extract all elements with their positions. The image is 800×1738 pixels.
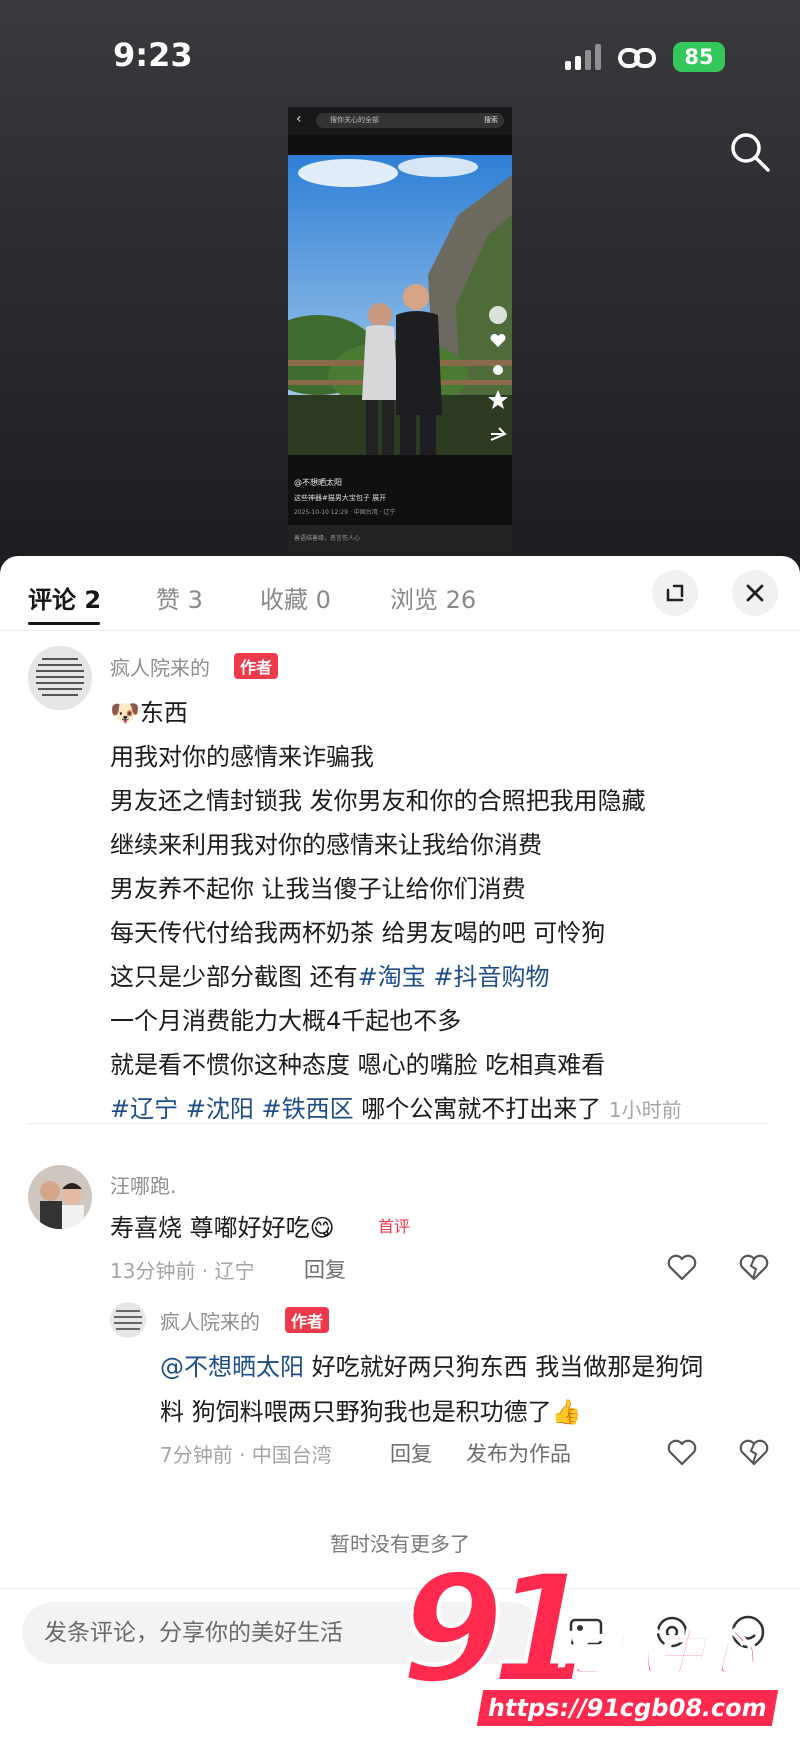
back-icon: ‹ [296,111,302,127]
screenshot-author: @不想晒太阳 [294,478,342,487]
tab-likes[interactable]: 赞 3 [156,580,203,615]
screenshot-search-placeholder: 搜你关心的全部 [330,116,379,124]
comment-line: 用我对你的感情来诈骗我 [110,743,374,771]
screenshot-date: 2025-10-10 12:29 · 中国台湾 · 辽宁 [294,509,396,516]
publish-as-work-button[interactable]: 发布为作品 [466,1438,571,1468]
tab-comments[interactable]: 评论 2 [28,580,101,615]
active-tab-indicator [28,622,100,625]
tab-favorites[interactable]: 收藏 0 [260,580,331,615]
post-screenshot[interactable]: ‹ 搜你关心的全部 搜索 @不想晒太阳 这些神器#猫男大宝包子 展开 2025-… [288,107,512,551]
comment-text: 哪个公寓就不打出来了 [361,1095,602,1123]
hashtag-link[interactable]: #淘宝 [358,963,426,991]
personal-hotspot-icon [618,48,656,68]
comment-line: 就是看不惯你这种态度 嗯心的嘴脸 吃相真难看 [110,1051,606,1079]
reply-button[interactable]: 回复 [390,1438,432,1468]
reply-text: 好吃就好两只狗东西 我当做那是狗饲 [304,1353,704,1381]
hashtag-link[interactable]: #抖音购物 [433,963,549,991]
dislike-icon[interactable] [738,1437,770,1467]
comment-meta: 13分钟前 · 辽宁 [110,1259,255,1283]
screenshot-search-button: 搜索 [484,116,498,124]
mention-link[interactable]: @不想晒太阳 [160,1353,304,1381]
comment-line: 寿喜烧 尊嘟好好吃😋 [110,1214,335,1242]
text-avatar-image [28,646,92,710]
couple-photo [288,155,512,455]
expand-icon [666,584,684,602]
tab-divider [0,630,800,631]
watermark-name: 吃瓜中心 [554,1623,756,1683]
comment-line: 🐶东西 [110,699,188,727]
comment-divider [28,1123,768,1124]
reply-username[interactable]: 疯人院来的 [160,1306,260,1335]
comment-line: 一个月消费能力大概4千起也不多 [110,1007,462,1035]
status-time: 9:23 [113,36,193,74]
comment-line: 男友还之情封锁我 发你男友和你的合照把我用隐藏 [110,787,646,815]
dislike-icon[interactable] [738,1252,770,1282]
avatar[interactable] [110,1302,146,1338]
hashtag-link[interactable]: #辽宁 [110,1095,178,1123]
screenshot-search-field: 搜你关心的全部 搜索 [316,113,504,128]
search-icon[interactable] [728,130,772,174]
first-comment-badge: 首评 [378,1217,411,1236]
hashtag-link[interactable]: #沈阳 [186,1095,254,1123]
screenshot-input-bar: 善语结善缘，恶言伤人心 [288,525,512,551]
comment-line: 男友养不起你 让我当傻子让给你们消费 [110,875,526,903]
text-avatar-image [110,1302,146,1338]
comment-username[interactable]: 疯人院来的 [110,652,210,681]
comment-line: 这只是少部分截图 还有#淘宝 #抖音购物 [110,957,550,992]
author-badge: 作者 [234,653,279,679]
video-background: 9:23 85 ‹ 搜你关心的全部 搜索 @不想晒太阳 这些神器#猫男大宝包子 … [0,0,800,570]
comment-line: 每天传代付给我两杯奶茶 给男友喝的吧 可怜狗 [110,919,606,947]
signal-icon [565,44,605,70]
hashtag-link[interactable]: #铁西区 [262,1095,354,1123]
watermark-number: 91 [398,1543,597,1717]
comment-time: 1小时前 [608,1098,682,1122]
author-badge: 作者 [285,1307,330,1333]
comment-line: #辽宁 #沈阳 #铁西区 哪个公寓就不打出来了 1小时前 [110,1089,682,1124]
comment-username[interactable]: 汪哪跑. [110,1170,176,1199]
screenshot-top-bar: ‹ 搜你关心的全部 搜索 [288,107,512,135]
reply-line: 料 狗饲料喂两只野狗我也是积功德了👍 [160,1398,582,1426]
avatar[interactable] [28,1165,92,1229]
watermark-logo: 91 吃瓜中心 https://91cgb08.com [398,1543,780,1730]
comment-line: 继续来利用我对你的感情来让我给你消费 [110,831,542,859]
screenshot-input-placeholder: 善语结善缘，恶言伤人心 [294,535,361,542]
reply-line: @不想晒太阳 好吃就好两只狗东西 我当做那是狗饲 [160,1347,703,1382]
watermark-url: https://91cgb08.com [476,1690,779,1726]
close-icon [746,584,764,602]
expand-button[interactable] [652,570,698,616]
tab-views[interactable]: 浏览 26 [390,580,476,615]
reply-button[interactable]: 回复 [304,1254,346,1284]
comment-text: 这只是少部分截图 还有 [110,963,358,991]
battery-indicator: 85 [673,42,725,72]
reply-meta: 7分钟前 · 中国台湾 [160,1443,332,1467]
avatar[interactable] [28,646,92,710]
like-icon[interactable] [666,1252,698,1282]
like-icon[interactable] [666,1437,698,1467]
couple-avatar-image [28,1165,92,1229]
screenshot-description: 这些神器#猫男大宝包子 展开 [294,494,387,502]
close-button[interactable] [732,570,778,616]
